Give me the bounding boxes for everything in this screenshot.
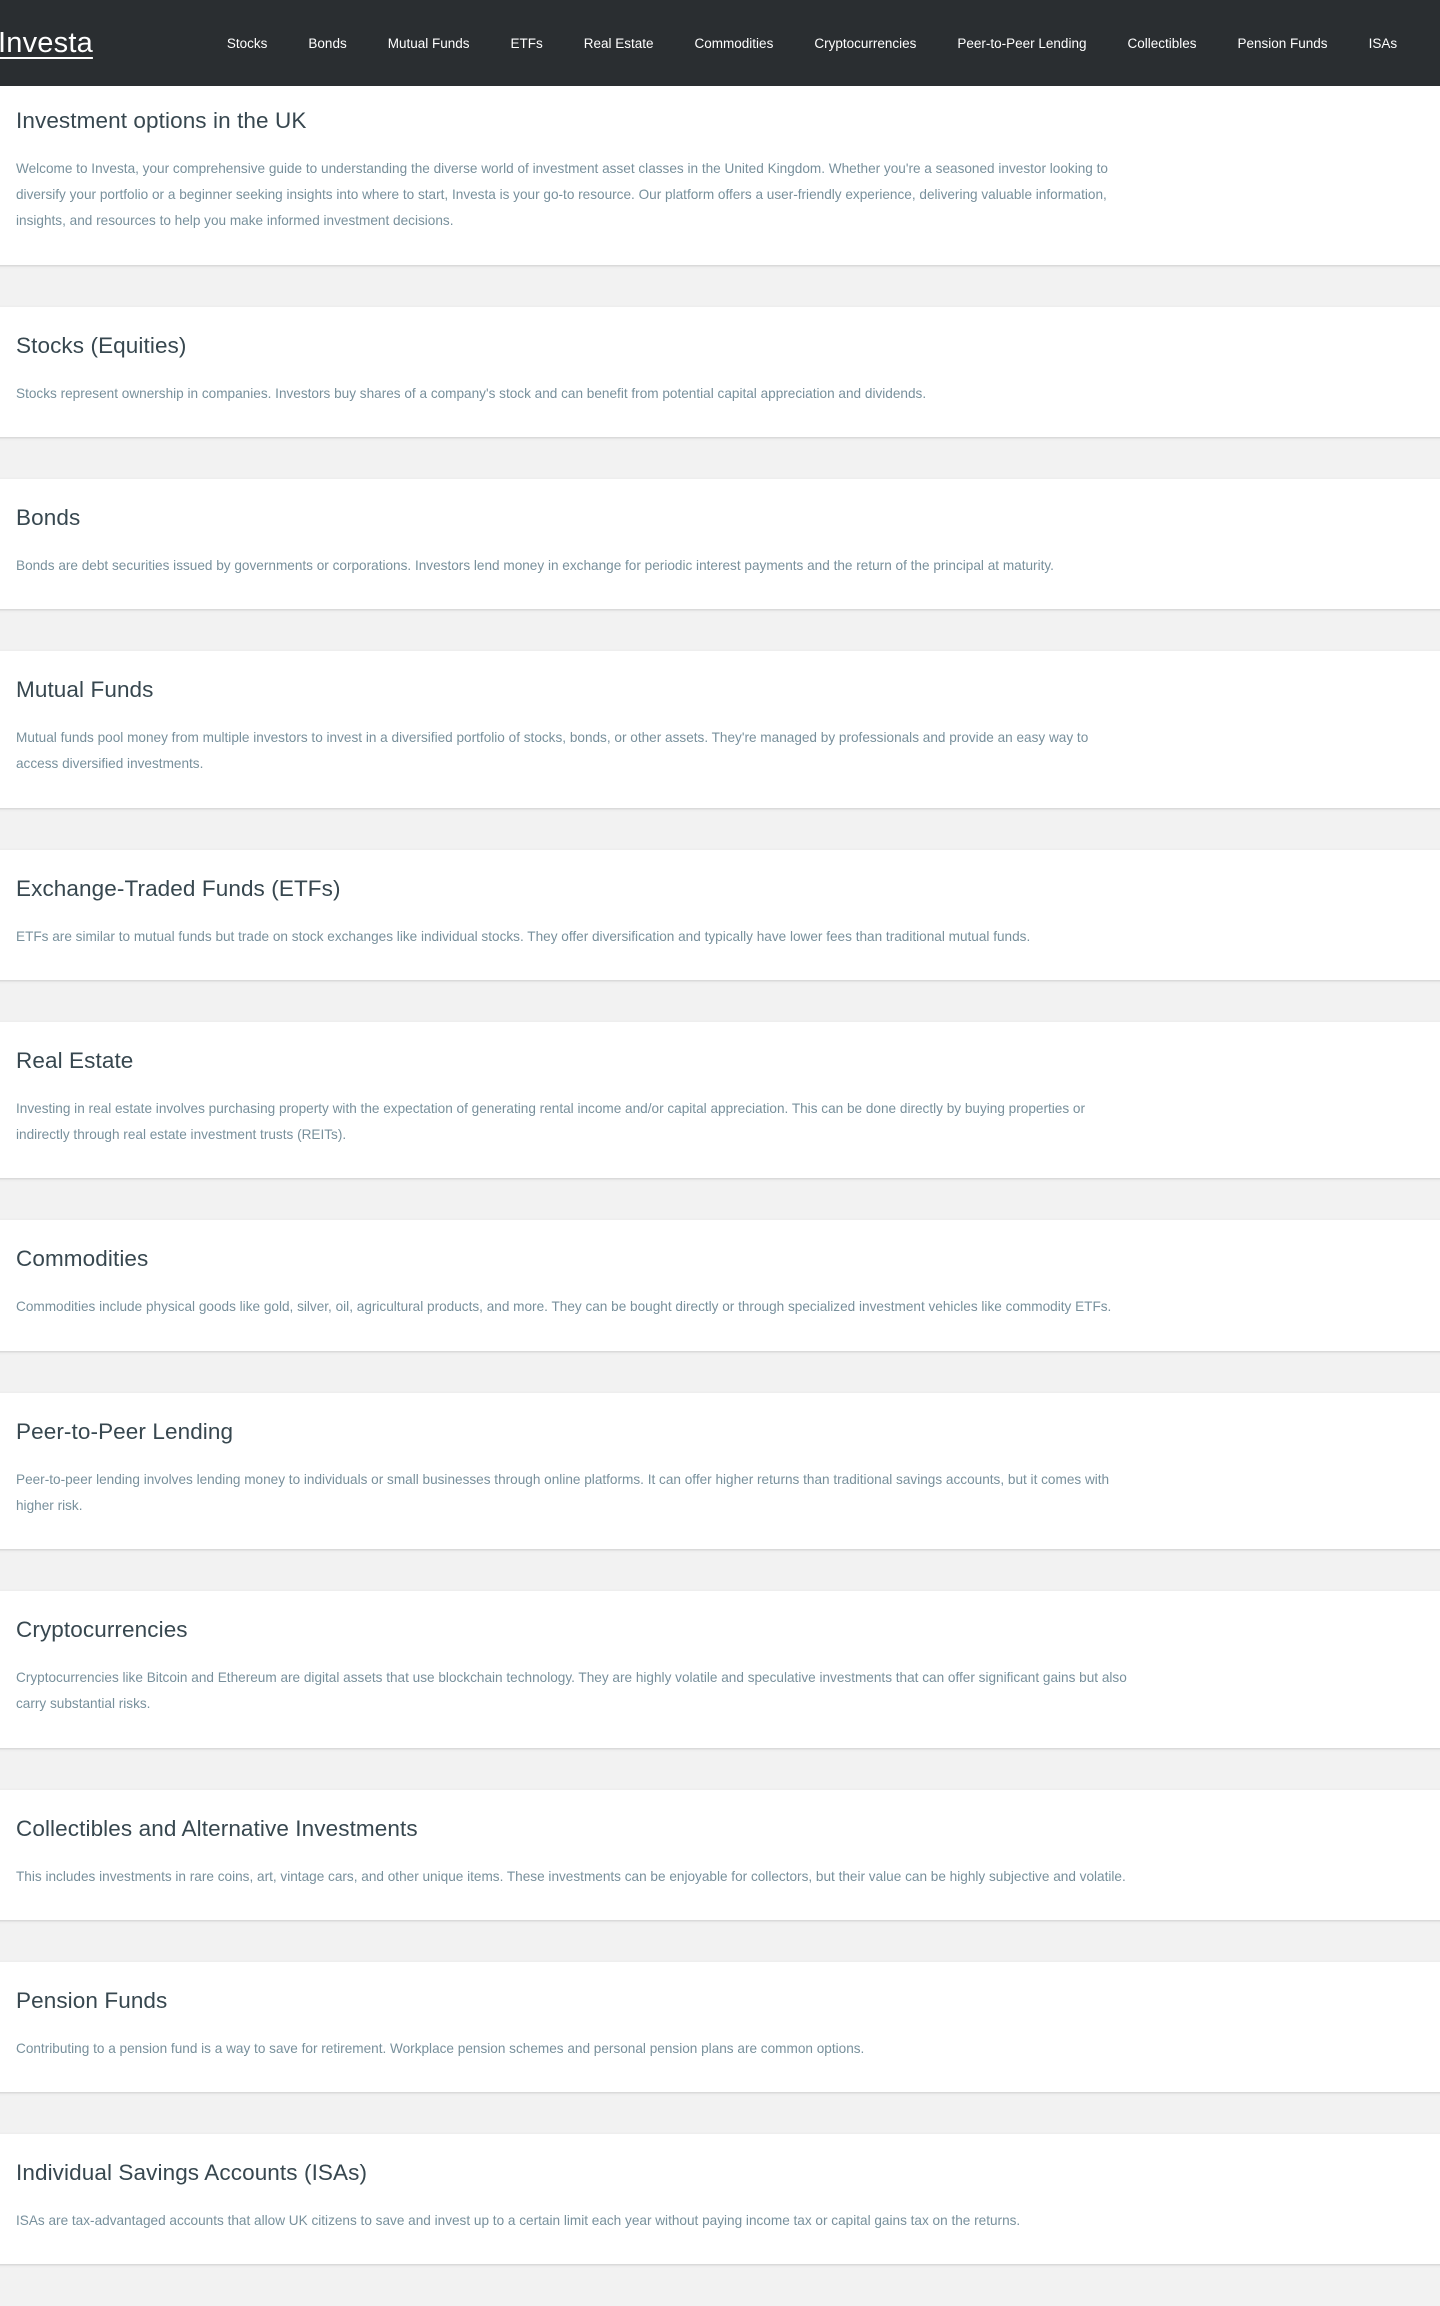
nav-link-isas[interactable]: ISAs — [1369, 36, 1398, 51]
section-card-stocks: Stocks (Equities) Stocks represent owners… — [0, 306, 1440, 437]
section-body-collectibles: This includes investments in rare coins,… — [16, 1868, 1126, 1884]
main-content: Investment options in the UK Welcome to … — [0, 86, 1440, 2265]
page-title: Investment options in the UK — [16, 108, 307, 133]
section-body-bonds: Bonds are debt securities issued by gove… — [16, 557, 1054, 573]
nav-link-stocks[interactable]: Stocks — [227, 36, 268, 51]
nav-link-pension-funds[interactable]: Pension Funds — [1238, 36, 1328, 51]
section-body-stocks: Stocks represent ownership in companies.… — [16, 385, 927, 401]
section-body-etfs: ETFs are similar to mutual funds but tra… — [16, 928, 1031, 944]
nav-link-mutual-funds[interactable]: Mutual Funds — [388, 36, 470, 51]
section-card-cryptocurrencies: Cryptocurrencies Cryptocurrencies like Bi… — [0, 1591, 1440, 1748]
section-card-mutual-funds: Mutual Funds Mutual funds pool money from… — [0, 651, 1440, 808]
section-heading-stocks: Stocks (Equities) — [16, 332, 187, 358]
section-card-isas: Individual Savings Accounts (ISAs) ISAs a… — [0, 2133, 1440, 2265]
section-heading-mutual-funds: Mutual Funds — [16, 677, 154, 703]
section-heading-pension-funds: Pension Funds — [16, 1987, 168, 2013]
section-card-peer-to-peer-lending: Peer-to-Peer Lending Peer-to-peer lending… — [0, 1392, 1440, 1550]
section-heading-etfs: Exchange-Traded Funds (ETFs) — [16, 875, 341, 901]
section-heading-bonds: Bonds — [16, 504, 81, 530]
nav-link-real-estate[interactable]: Real Estate — [584, 36, 654, 51]
section-heading-commodities: Commodities — [16, 1246, 149, 1272]
page-root: Investa Stocks Bonds Mutual Funds ETFs Real … — [0, 0, 1440, 2306]
nav-link-peer-to-peer-lending[interactable]: Peer-to-Peer Lending — [957, 36, 1086, 51]
nav-link-etfs[interactable]: ETFs — [511, 36, 543, 51]
section-body-mutual-funds: Mutual funds pool money from multiple in… — [16, 730, 1089, 772]
site-logo[interactable]: Investa — [0, 27, 93, 60]
section-card-commodities: Commodities Commodities include physical … — [0, 1220, 1440, 1351]
nav-link-bonds[interactable]: Bonds — [308, 36, 346, 51]
intro-card: Investment options in the UK Welcome to … — [0, 86, 1440, 265]
section-heading-collectibles: Collectibles and Alternative Investments — [16, 1815, 418, 1841]
intro-paragraph: Welcome to Investa, your comprehensive g… — [16, 161, 1108, 229]
section-body-pension-funds: Contributing to a pension fund is a way … — [16, 2040, 865, 2056]
section-card-etfs: Exchange-Traded Funds (ETFs) ETFs are sim… — [0, 849, 1440, 980]
nav-link-list: Stocks Bonds Mutual Funds ETFs Real Estate Co… — [227, 36, 1440, 51]
section-body-peer-to-peer-lending: Peer-to-peer lending involves lending mo… — [16, 1471, 1110, 1513]
nav-link-cryptocurrencies[interactable]: Cryptocurrencies — [814, 36, 916, 51]
section-body-commodities: Commodities include physical goods like … — [16, 1299, 1112, 1315]
section-body-isas: ISAs are tax-advantaged accounts that al… — [16, 2212, 1021, 2228]
section-heading-peer-to-peer-lending: Peer-to-Peer Lending — [16, 1418, 234, 1444]
section-card-real-estate: Real Estate Investing in real estate invo… — [0, 1021, 1440, 1179]
section-heading-isas: Individual Savings Accounts (ISAs) — [16, 2159, 368, 2185]
section-heading-real-estate: Real Estate — [16, 1047, 134, 1073]
section-card-pension-funds: Pension Funds Contributing to a pension f… — [0, 1961, 1440, 2092]
section-body-cryptocurrencies: Cryptocurrencies like Bitcoin and Ethere… — [16, 1670, 1127, 1712]
top-navigation-bar: Investa Stocks Bonds Mutual Funds ETFs Real … — [0, 0, 1440, 86]
section-body-real-estate: Investing in real estate involves purcha… — [16, 1100, 1085, 1143]
section-heading-cryptocurrencies: Cryptocurrencies — [16, 1617, 188, 1643]
nav-link-collectibles[interactable]: Collectibles — [1127, 36, 1196, 51]
nav-link-commodities[interactable]: Commodities — [695, 36, 774, 51]
sections-host: Stocks (Equities) Stocks represent owners… — [0, 306, 1440, 2265]
section-card-collectibles: Collectibles and Alternative Investments… — [0, 1789, 1440, 1920]
section-card-bonds: Bonds Bonds are debt securities issued by… — [0, 478, 1440, 610]
